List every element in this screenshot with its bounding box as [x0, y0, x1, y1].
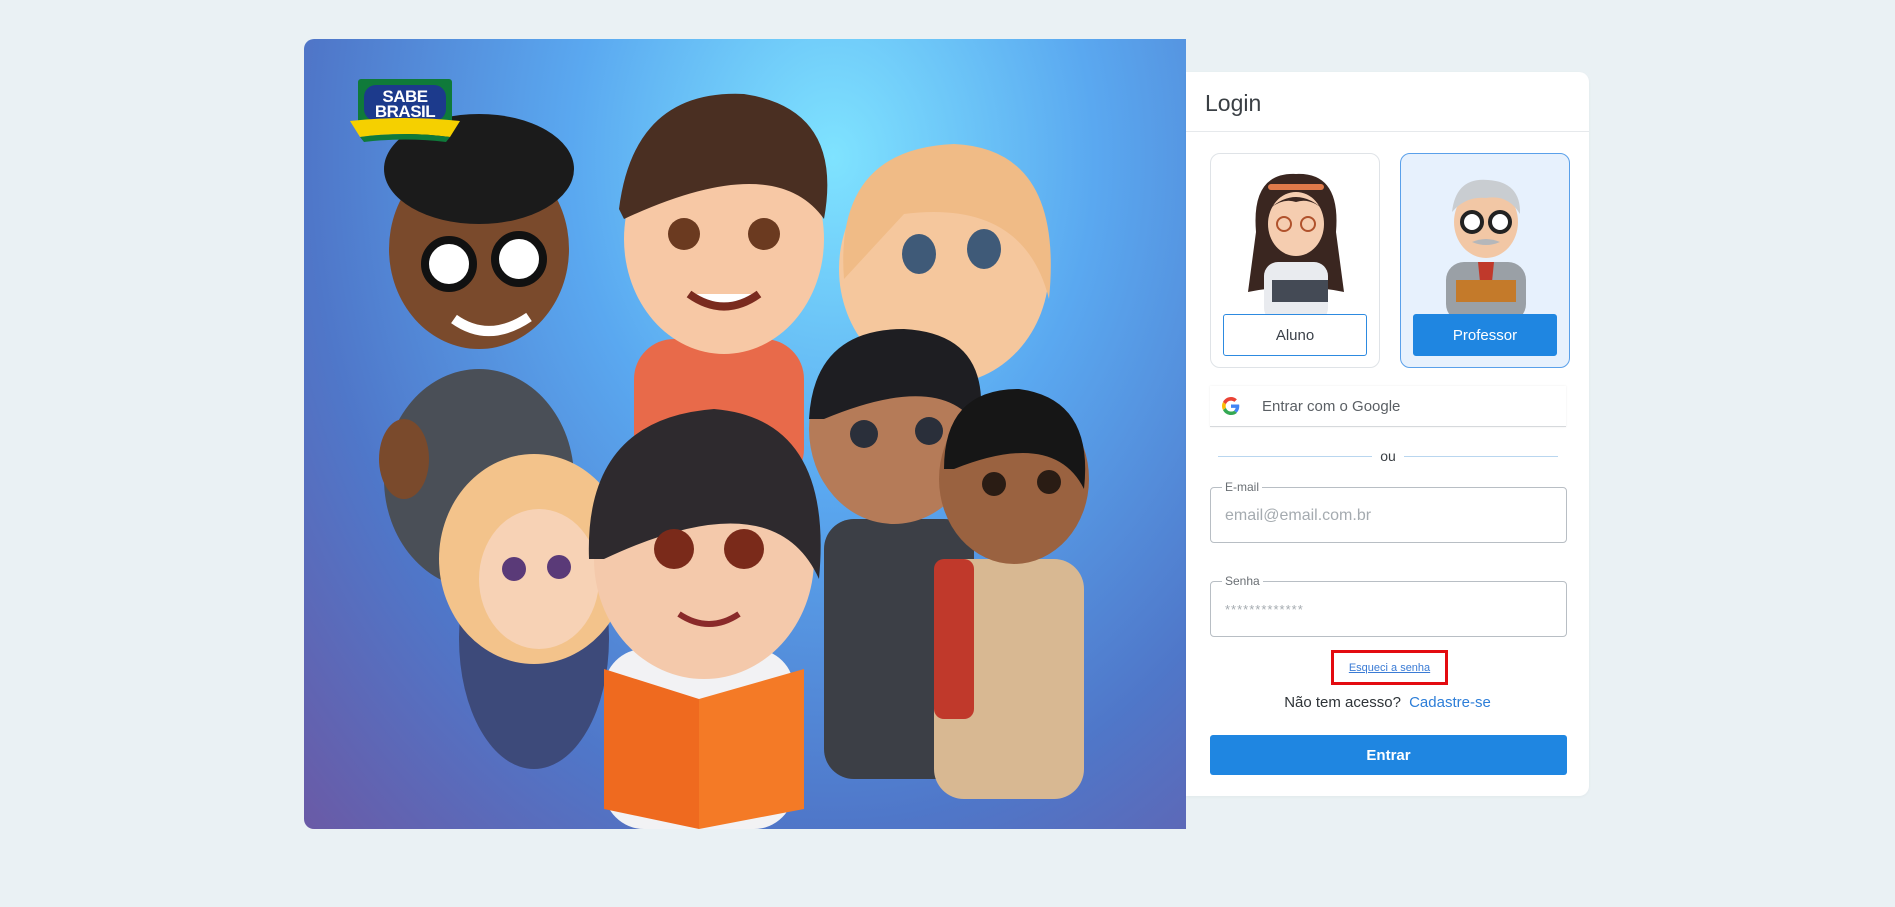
logo-line2: BRASIL	[374, 102, 436, 121]
no-access-text: Não tem acesso?	[1284, 694, 1401, 711]
role-card-aluno[interactable]: Aluno	[1210, 153, 1380, 368]
password-field: Senha	[1210, 574, 1567, 637]
role-card-professor[interactable]: Professor	[1400, 153, 1570, 368]
student-avatar	[1248, 173, 1344, 322]
aluno-button[interactable]: Aluno	[1223, 314, 1367, 356]
email-field: E-mail	[1210, 480, 1567, 543]
login-header: Login	[1186, 72, 1589, 132]
or-divider: ou	[1218, 448, 1559, 464]
email-label: E-mail	[1222, 480, 1263, 494]
forgot-password-highlight: Esqueci a senha	[1331, 650, 1448, 685]
role-selector: Aluno Professor	[1210, 153, 1570, 368]
students-illustration	[379, 93, 1089, 829]
divider-text: ou	[1380, 448, 1396, 464]
email-input[interactable]	[1225, 504, 1545, 528]
girl-book-figure	[588, 409, 821, 829]
signup-link[interactable]: Cadastre-se	[1409, 694, 1491, 711]
login-card: Login Aluno Professor Entrar com o Googl…	[1186, 72, 1589, 796]
sabe-brasil-logo: SABE BRASIL	[350, 79, 460, 143]
google-signin-label: Entrar com o Google	[1262, 397, 1401, 415]
divider-line-left	[1218, 455, 1373, 457]
page-title: Login	[1205, 90, 1262, 116]
forgot-password-link[interactable]: Esqueci a senha	[1349, 662, 1430, 674]
password-label: Senha	[1222, 574, 1263, 588]
password-input[interactable]	[1225, 598, 1545, 622]
boy-backpack-figure	[934, 389, 1089, 799]
submit-button[interactable]: Entrar	[1210, 735, 1567, 775]
hero-illustration: SABE BRASIL	[304, 39, 1186, 829]
signup-row: Não tem acesso? Cadastre-se	[1186, 694, 1589, 711]
google-signin-button[interactable]: Entrar com o Google	[1210, 386, 1566, 427]
teacher-avatar	[1446, 179, 1526, 322]
divider-line-right	[1403, 455, 1559, 457]
google-icon	[1222, 397, 1240, 415]
professor-button[interactable]: Professor	[1413, 314, 1557, 356]
